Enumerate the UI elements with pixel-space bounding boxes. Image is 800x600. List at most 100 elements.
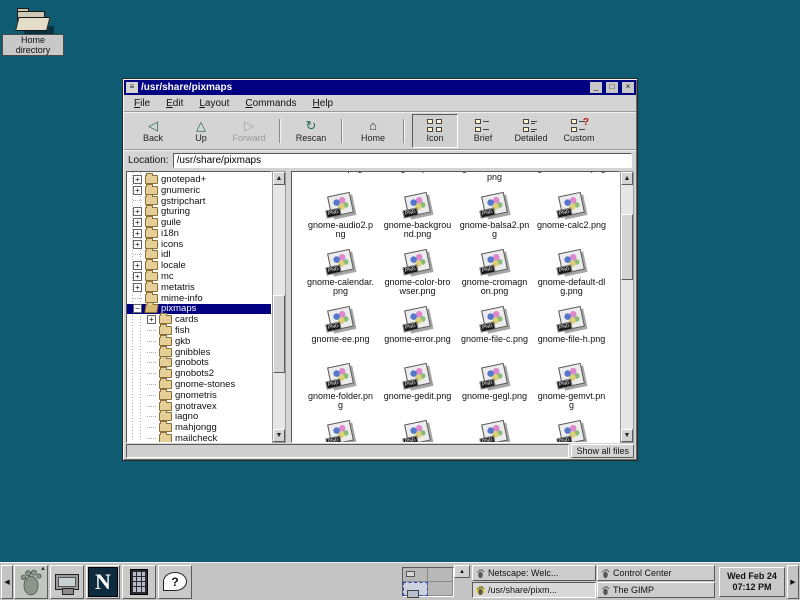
file-item[interactable]: PNGgnome-cromagnon.png xyxy=(456,248,533,304)
close-button[interactable]: × xyxy=(622,82,634,93)
terminal-launcher[interactable] xyxy=(50,565,84,599)
help-launcher[interactable]: ? xyxy=(158,565,192,599)
tree-item-fish[interactable]: fish xyxy=(127,325,271,336)
task-button-netscape-welc-[interactable]: Netscape: Welc... xyxy=(472,565,596,581)
tree-expander-icon[interactable]: + xyxy=(133,218,142,227)
icon-view-icon xyxy=(427,119,443,132)
menu-edit[interactable]: Edit xyxy=(166,98,183,109)
titlebar[interactable]: ≡ /usr/share/pixmaps _ □ × xyxy=(124,80,636,95)
tree-item-gnobots2[interactable]: gnobots2 xyxy=(127,368,271,379)
workspace-pager[interactable] xyxy=(402,567,454,597)
tree-expander-icon[interactable]: + xyxy=(133,207,142,216)
folder-icon xyxy=(145,272,158,281)
custom-view-button[interactable]: ? Custom xyxy=(556,114,602,148)
tree-expander-icon[interactable]: − xyxy=(133,304,142,313)
home-directory-desktop-icon[interactable]: Home directory xyxy=(2,4,64,58)
file-item[interactable]: PNGgnome-ee.png xyxy=(302,305,379,361)
file-item[interactable]: PNGgnome-color-browser.png xyxy=(379,248,456,304)
netscape-launcher[interactable]: N xyxy=(86,565,120,599)
file-item[interactable]: PNG xyxy=(456,419,533,443)
file-item[interactable]: PNGgnome-aorta.png xyxy=(533,171,610,190)
file-item[interactable]: PNGgnome-background.png xyxy=(379,191,456,247)
tasklist-popup-button[interactable]: ▲ xyxy=(454,565,470,578)
tree-expander-icon[interactable]: + xyxy=(133,261,142,270)
forward-button[interactable]: ▷ Forward xyxy=(226,114,272,148)
menu-layout[interactable]: Layout xyxy=(199,98,229,109)
task-button--usr-share-pixm-[interactable]: /usr/share/pixm... xyxy=(472,582,596,598)
tree-item-gnotravex[interactable]: gnotravex xyxy=(127,401,271,412)
file-item[interactable]: PNGgnome-abientot.png xyxy=(456,171,533,190)
tree-expander-icon[interactable]: + xyxy=(147,315,156,324)
file-item[interactable]: PNGgnome-calc2.png xyxy=(533,191,610,247)
up-button[interactable]: △ Up xyxy=(178,114,224,148)
files-scrollbar[interactable]: ▲ ▼ xyxy=(620,171,634,443)
show-all-files-button[interactable]: Show all files xyxy=(571,444,634,458)
icon-view-button[interactable]: Icon xyxy=(412,114,458,148)
file-item[interactable]: PNGgnome-balsa2.png xyxy=(456,191,533,247)
task-button-control-center[interactable]: Control Center xyxy=(597,565,715,581)
menu-help[interactable]: Help xyxy=(313,98,334,109)
tree-item-gnibbles[interactable]: gnibbles xyxy=(127,347,271,358)
window-title: /usr/share/pixmaps xyxy=(141,82,587,93)
workspace-3-active[interactable] xyxy=(403,582,428,596)
file-item[interactable]: PNG xyxy=(302,419,379,443)
location-input[interactable] xyxy=(173,153,632,168)
maximize-button[interactable]: □ xyxy=(606,82,618,93)
tree-expander-icon[interactable]: + xyxy=(133,283,142,292)
back-button[interactable]: ◁ Back xyxy=(130,114,176,148)
clock[interactable]: Wed Feb 24 07:12 PM xyxy=(719,567,785,597)
file-item[interactable]: PNGgnome-default-dlg.png xyxy=(533,248,610,304)
tree-expander-icon[interactable]: + xyxy=(133,240,142,249)
main-menu-button[interactable]: ▲ xyxy=(14,565,48,599)
tree-item-cards[interactable]: +cards xyxy=(127,314,271,325)
tree-item-gkb[interactable]: gkb xyxy=(127,336,271,347)
detailed-view-button[interactable]: Detailed xyxy=(508,114,554,148)
file-item[interactable]: PNGgkb.xpm xyxy=(379,171,456,190)
workspace-4[interactable] xyxy=(428,582,453,596)
workspace-1[interactable] xyxy=(403,568,428,582)
panel-hide-left-button[interactable]: ◀ xyxy=(1,565,13,599)
panel-hide-right-button[interactable]: ▶ xyxy=(787,565,799,599)
brief-view-button[interactable]: Brief xyxy=(460,114,506,148)
minimize-button[interactable]: _ xyxy=(590,82,602,93)
file-item[interactable]: PNGemacs.png xyxy=(302,171,379,190)
file-item[interactable]: PNGgnome-audio2.png xyxy=(302,191,379,247)
file-item[interactable]: PNGgnome-file-h.png xyxy=(533,305,610,361)
file-item[interactable]: PNGgnome-calendar.png xyxy=(302,248,379,304)
file-item[interactable]: PNGgnome-gedit.png xyxy=(379,362,456,418)
file-item[interactable]: PNG xyxy=(533,419,610,443)
scroll-down-icon[interactable]: ▼ xyxy=(273,429,285,442)
file-item[interactable]: PNGgnome-gemvt.png xyxy=(533,362,610,418)
file-item[interactable]: PNGgnome-error.png xyxy=(379,305,456,361)
file-item[interactable]: PNGgnome-folder.png xyxy=(302,362,379,418)
rescan-button[interactable]: ↻ Rescan xyxy=(288,114,334,148)
task-button-the-gimp[interactable]: The GIMP xyxy=(597,582,715,598)
tree-expander-icon[interactable]: + xyxy=(133,175,142,184)
window-menu-icon[interactable]: ≡ xyxy=(126,82,138,93)
home-button[interactable]: ⌂ Home xyxy=(350,114,396,148)
tree-item-mahjongg[interactable]: mahjongg xyxy=(127,422,271,433)
tree-item-mailcheck[interactable]: mailcheck xyxy=(127,433,271,443)
file-item[interactable]: PNGgnome-file-c.png xyxy=(456,305,533,361)
scroll-down-icon[interactable]: ▼ xyxy=(621,429,633,442)
tree-expander-icon[interactable]: + xyxy=(133,186,142,195)
tree-scrollbar[interactable]: ▲ ▼ xyxy=(272,171,286,443)
menu-file[interactable]: File xyxy=(134,98,150,109)
tree-expander-icon[interactable]: + xyxy=(133,272,142,281)
tree-item-pixmaps[interactable]: −pixmaps xyxy=(127,304,271,315)
scroll-up-icon[interactable]: ▲ xyxy=(621,172,633,185)
menu-commands[interactable]: Commands xyxy=(245,98,296,109)
workspace-2[interactable] xyxy=(428,568,453,582)
file-item[interactable]: PNGgnome-gegl.png xyxy=(456,362,533,418)
tree-expander-icon[interactable]: + xyxy=(133,229,142,238)
tree-item-gnome-stones[interactable]: gnome-stones xyxy=(127,379,271,390)
file-item[interactable]: PNG xyxy=(379,419,456,443)
calculator-launcher[interactable] xyxy=(122,565,156,599)
tree-item-gnobots[interactable]: gnobots xyxy=(127,358,271,369)
tree-scrollbar-thumb[interactable] xyxy=(273,295,285,373)
png-file-icon: PNG xyxy=(480,420,510,443)
scroll-up-icon[interactable]: ▲ xyxy=(273,172,285,185)
files-scrollbar-thumb[interactable] xyxy=(621,214,633,280)
tree-item-iagno[interactable]: iagno xyxy=(127,412,271,423)
tree-item-gnometris[interactable]: gnometris xyxy=(127,390,271,401)
